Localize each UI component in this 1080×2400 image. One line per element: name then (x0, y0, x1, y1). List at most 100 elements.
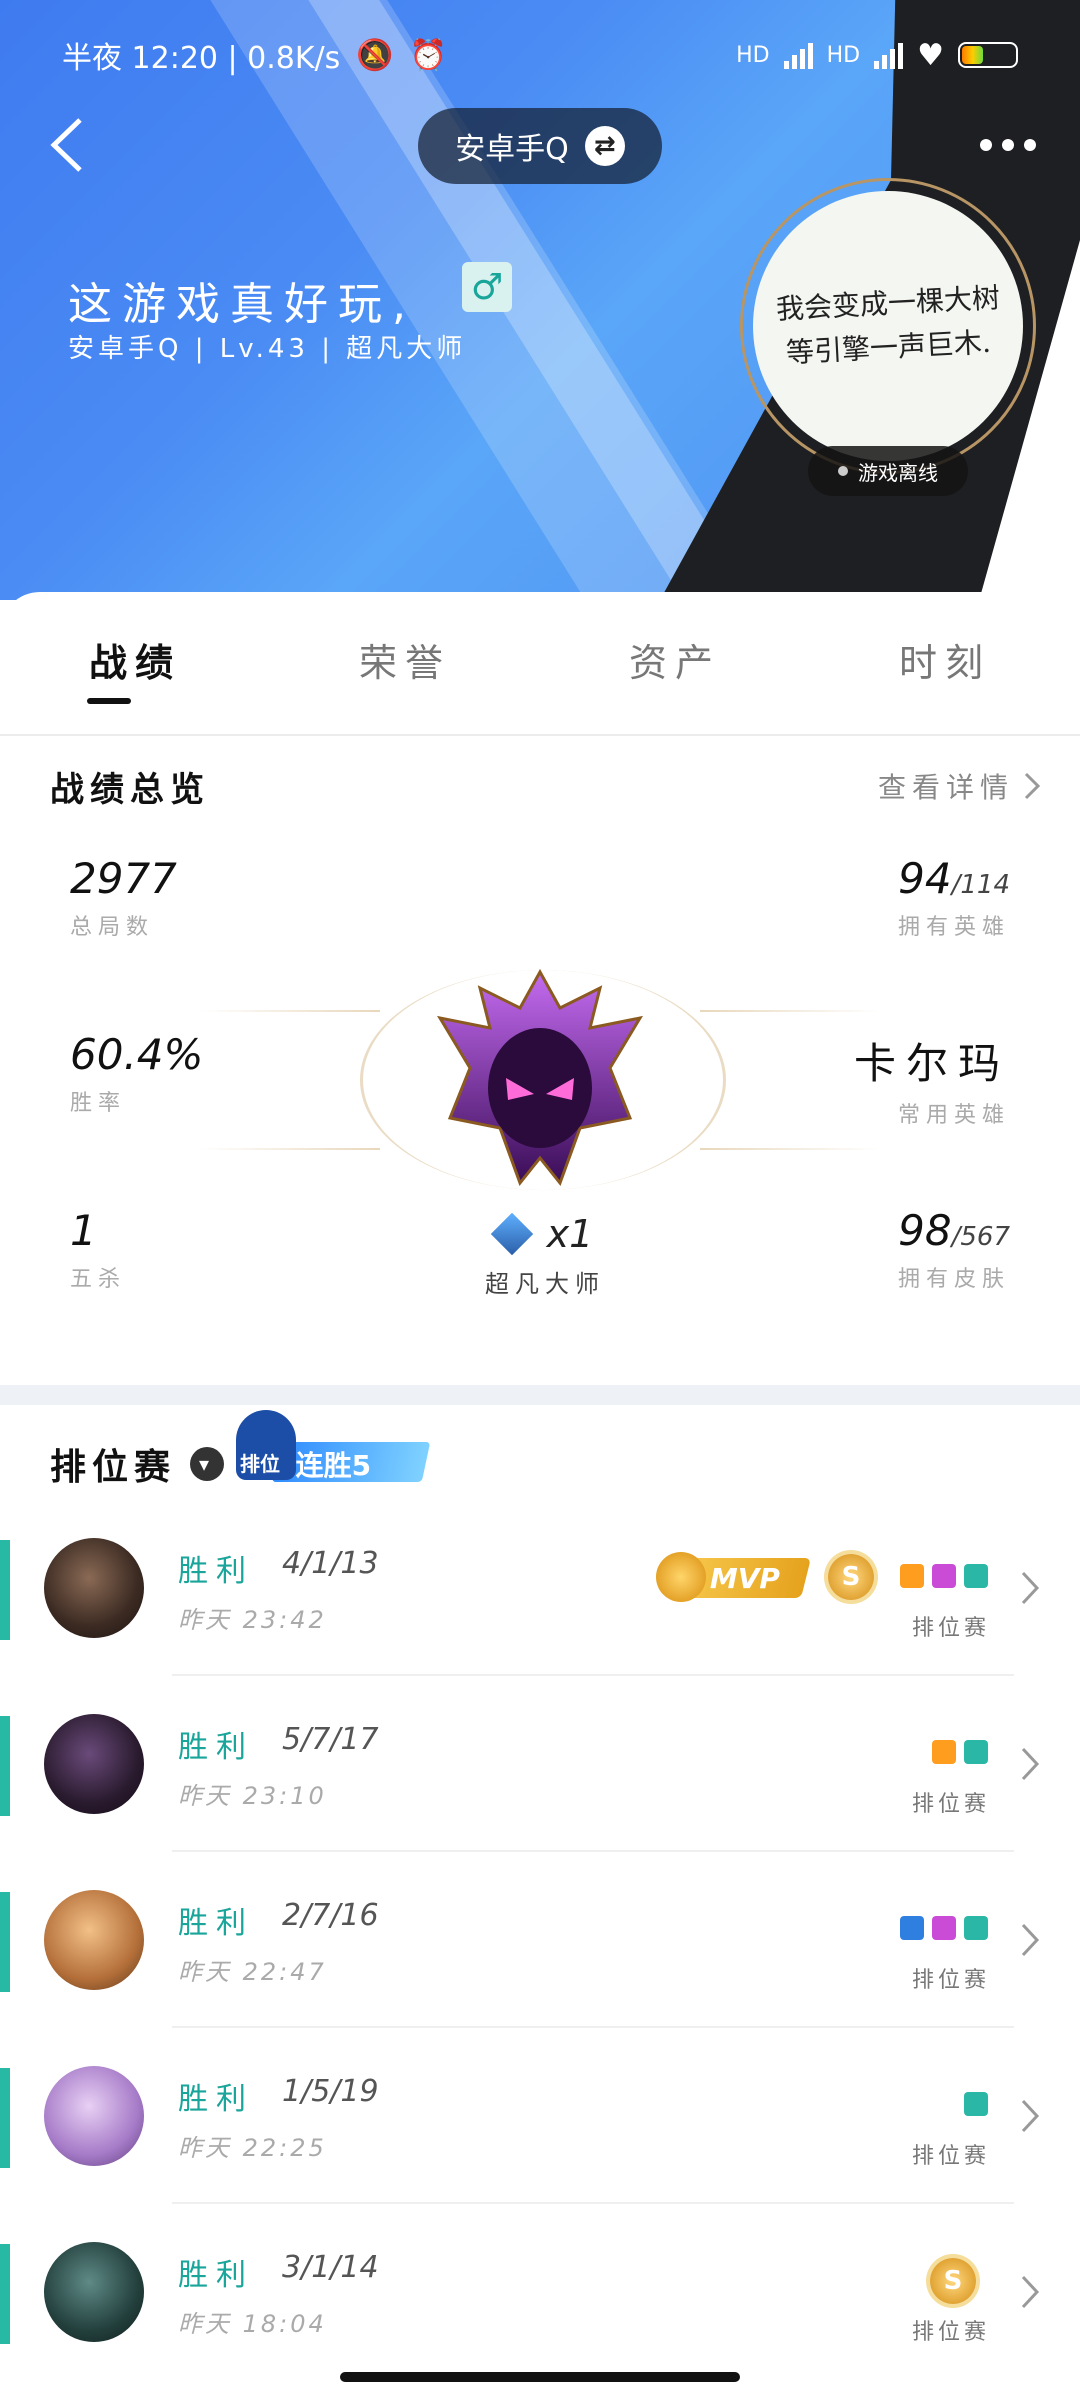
status-bar: 半夜 12:20 | 0.8K/s 🔕 ⏰ HD HD ♥ (62, 30, 1018, 80)
s-rating-icon: S (930, 2258, 976, 2304)
match-kda: 3/1/14 (282, 2250, 379, 2285)
win-indicator (0, 1540, 10, 1640)
match-tags (900, 1916, 988, 1940)
chevron-down-icon: ▾ (190, 1447, 225, 1481)
mute-bell-icon: 🔕 (356, 37, 394, 73)
match-row[interactable]: 胜利 2/7/16 昨天 22:47 排位赛 (0, 1852, 1080, 2028)
heart-plus-icon (964, 1740, 988, 1764)
decor-line (200, 1148, 380, 1150)
tab-assets[interactable]: 资产 (540, 632, 810, 687)
match-result: 胜利 (178, 1730, 254, 1765)
hero-avatar (44, 1538, 144, 1638)
match-mode: 排位赛 (911, 2320, 990, 2345)
win-indicator (0, 2068, 10, 2168)
signal-icon (783, 41, 813, 69)
male-icon: ♂ (462, 262, 512, 312)
match-kda: 1/5/19 (282, 2074, 379, 2109)
hero-avatar (44, 1714, 144, 1814)
stat-pentakills: 1 五杀 (70, 1206, 127, 1292)
shield-icon (964, 1916, 988, 1940)
chevron-right-icon (1021, 2275, 1040, 2309)
stat-skins: 98/567 拥有皮肤 (897, 1206, 1010, 1292)
stat-heroes: 94/114 拥有英雄 (897, 854, 1010, 940)
tab-bar: 战绩 荣誉 资产 时刻 (0, 592, 1080, 736)
stat-common-hero: 卡尔玛 常用英雄 (853, 1039, 1010, 1128)
win-indicator (0, 2244, 10, 2344)
rank-level: x1 超凡大师 (485, 1212, 605, 1298)
hero-avatar (44, 2066, 144, 2166)
hd-label: HD (826, 42, 861, 68)
view-details-link[interactable]: 查看详情 (878, 766, 1040, 806)
overview-title: 战绩总览 (50, 770, 210, 810)
shield-icon (964, 1564, 988, 1588)
account-name: 安卓手Q (455, 132, 569, 167)
status-dot-icon (838, 466, 848, 476)
s-rating-icon: S (828, 1554, 874, 1600)
decor-line (200, 1010, 380, 1012)
hero-avatar (44, 2242, 144, 2342)
signal-icon (874, 41, 904, 69)
chevron-right-icon (1024, 772, 1040, 800)
match-tags (900, 1564, 988, 1588)
match-row[interactable]: 胜利 4/1/13 昨天 23:42 MVP S 排位赛 (0, 1500, 1080, 1676)
match-time: 昨天 18:04 (178, 2310, 327, 2338)
back-button[interactable] (40, 110, 100, 180)
match-row[interactable]: 胜利 3/1/14 昨天 18:04 S 排位赛 (0, 2204, 1080, 2380)
demon-icon (932, 1564, 956, 1588)
match-row[interactable]: 胜利 1/5/19 昨天 22:25 排位赛 (0, 2028, 1080, 2204)
chevron-right-icon (1021, 1923, 1040, 1957)
diamond-icon (490, 1212, 533, 1256)
match-mode: 排位赛 (911, 1968, 990, 1993)
win-streak-badge: 连胜5 排位 (236, 1410, 431, 1482)
battery-icon (958, 42, 1018, 68)
match-mode: 排位赛 (911, 1616, 990, 1641)
win-indicator (0, 1892, 10, 1992)
match-result: 胜利 (178, 1906, 254, 1941)
alarm-icon: ⏰ (409, 37, 448, 73)
hd-label: HD (736, 42, 770, 68)
match-kda: 2/7/16 (282, 1898, 379, 1933)
match-kda: 4/1/13 (282, 1546, 379, 1581)
stat-total-games: 2977 总局数 (70, 854, 177, 940)
heart-plus-icon (964, 2092, 988, 2116)
match-result: 胜利 (178, 2258, 254, 2293)
home-indicator[interactable] (340, 2372, 740, 2382)
mvp-badge: MVP (656, 1552, 811, 1604)
online-status-badge: 游戏离线 (808, 446, 968, 496)
more-options-button[interactable] (980, 130, 1040, 160)
tab-records[interactable]: 战绩 (0, 632, 270, 687)
match-result: 胜利 (178, 1554, 254, 1589)
chevron-left-icon (50, 118, 82, 172)
profile-subline: 安卓手Q | Lv.43 | 超凡大师 (68, 334, 467, 364)
match-mode: 排位赛 (911, 1792, 990, 1817)
wifi-heart-icon: ♥ (917, 37, 944, 73)
decor-line (700, 1148, 880, 1150)
hero-avatar (44, 1890, 144, 1990)
status-time-speed: 半夜 12:20 | 0.8K/s (62, 41, 341, 76)
avatar[interactable]: 我会变成一棵大树 等引擎一声巨木. (740, 178, 1036, 474)
match-filter-dropdown[interactable]: 排位赛 ▾ (50, 1438, 225, 1490)
tab-honors[interactable]: 荣誉 (270, 632, 540, 687)
flag-icon (932, 1740, 956, 1764)
match-time: 昨天 23:42 (178, 1606, 327, 1634)
penguin-mascot-icon: 排位 (236, 1410, 296, 1480)
chevron-right-icon (1021, 1747, 1040, 1781)
win-indicator (0, 1716, 10, 1816)
match-mode: 排位赛 (911, 2144, 990, 2169)
match-time: 昨天 22:47 (178, 1958, 327, 1986)
match-time: 昨天 22:25 (178, 2134, 327, 2162)
match-time: 昨天 23:10 (178, 1782, 327, 1810)
mvp-coin-icon (656, 1552, 706, 1602)
match-tags (932, 1740, 988, 1764)
swap-icon: ⇄ (584, 126, 625, 166)
chevron-right-icon (1021, 2099, 1040, 2133)
section-divider (0, 1385, 1080, 1405)
assist-icon (900, 1916, 924, 1940)
flag-icon (900, 1564, 924, 1588)
tab-moments[interactable]: 时刻 (810, 632, 1080, 687)
avatar-text: 等引擎一声巨木. (784, 325, 992, 370)
stat-win-rate: 60.4% 胜率 (70, 1030, 204, 1116)
rank-emblem-icon (436, 968, 644, 1187)
account-switch-button[interactable]: 安卓手Q ⇄ (418, 108, 662, 184)
match-row[interactable]: 胜利 5/7/17 昨天 23:10 排位赛 (0, 1676, 1080, 1852)
